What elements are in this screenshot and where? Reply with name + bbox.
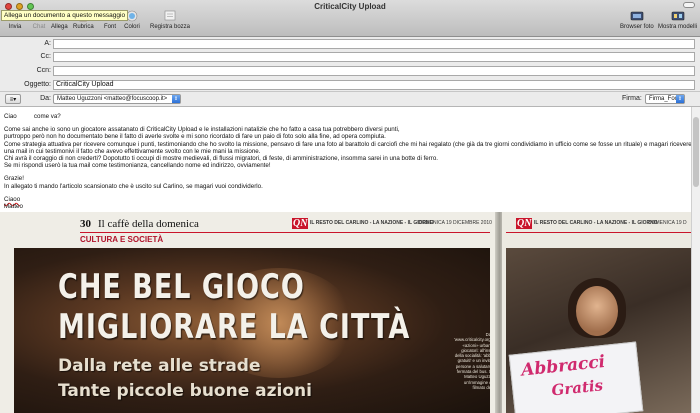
bcc-label: Ccn: (36, 67, 51, 74)
headline-line-1: CHE BEL GIOCO (58, 268, 305, 307)
qn-logo: QN (292, 218, 309, 229)
subheadline-line-2: Tante piccole buone azioni (58, 381, 312, 401)
colors-label: Colori (124, 24, 140, 30)
red-rule (80, 232, 490, 233)
section-title: Il caffè della domenica (98, 218, 199, 230)
attach-label: Allega (51, 24, 68, 30)
signature-line: Matteo (4, 203, 23, 211)
subject-field[interactable]: CriticalCity Upload (53, 80, 695, 90)
category-label: CULTURA E SOCIETÀ (80, 235, 164, 244)
select-arrows-icon: ⇕ (172, 95, 180, 103)
masthead-text: IL RESTO DEL CARLINO - LA NAZIONE - IL G… (534, 220, 658, 226)
subject-label: Oggetto: (24, 81, 51, 88)
message-line: una mail in cui testimonivi il fatto che… (4, 147, 261, 155)
page-number: 30 (80, 218, 91, 230)
header-options-button[interactable]: ≡▾ (5, 94, 21, 104)
subject-row: Oggetto: CriticalCity Upload (0, 80, 700, 91)
greeting-line: Ciao come va? (4, 113, 61, 120)
save-draft-button[interactable]: Registra bozza (150, 10, 190, 30)
photo-caption: Dal sito 'www.criticalcity.org' due «azi… (454, 332, 490, 390)
message-body[interactable]: Ciao come va? Come sai anche io sono un … (0, 107, 700, 413)
free-hugs-sign: Abbracci Gratis (508, 341, 644, 413)
attachment-line: In allegato ti mando l'articolo scansion… (4, 182, 263, 190)
newspaper-attachment-image[interactable]: 30 Il caffè della domenica QN IL RESTO D… (0, 212, 691, 413)
from-value: Matteo Uguzzoni <matteo@focuscoop.it> (57, 96, 168, 102)
address-book-label: Rubrica (73, 24, 94, 30)
masthead-text: IL RESTO DEL CARLINO - LA NAZIONE - IL G… (310, 220, 434, 226)
article-photo: CHE BEL GIOCO MIGLIORARE LA CITTÀ Dalla … (14, 248, 490, 413)
message-text[interactable]: Ciao come va? Come sai anche io sono un … (4, 113, 700, 211)
message-line: purtroppo però non ho documentato bene i… (4, 133, 386, 141)
thanks-line: Grazie! (4, 175, 24, 183)
to-row: A: (0, 39, 700, 50)
list-icon: ≡▾ (9, 96, 17, 103)
font-label: Font (103, 24, 116, 30)
send-label: Invia (8, 24, 22, 30)
closing-line: Ciaoo (4, 195, 21, 203)
stationery-icon (670, 10, 686, 22)
message-line: Come strategia attuativa per ricevere co… (4, 140, 700, 148)
bcc-row: Ccn: (0, 66, 700, 77)
photo-browser-button[interactable]: Browser foto (620, 10, 654, 30)
headline-line-2: MIGLIORARE LA CITTÀ (58, 308, 411, 347)
attach-tooltip: Allega un documento a questo messaggio (1, 10, 129, 21)
signature-label: Firma: (622, 95, 642, 102)
red-rule (506, 232, 691, 233)
save-draft-icon (162, 10, 178, 22)
toolbar-toggle-button[interactable] (683, 2, 695, 8)
message-line: Se mi rispondi userò la tua mail come te… (4, 162, 271, 170)
show-stationery-button[interactable]: Mostra modelli (658, 10, 697, 30)
person-face (576, 286, 618, 336)
show-stationery-label: Mostra modelli (658, 24, 698, 30)
issue-date: DOMENICA 19 D (648, 220, 687, 226)
mail-compose-window: CriticalCity Upload Invia Chat Allega Ru… (0, 0, 700, 413)
hug-photo: Abbracci Gratis (506, 248, 691, 413)
photo-browser-icon (629, 10, 645, 22)
newspaper-page-right: QN IL RESTO DEL CARLINO - LA NAZIONE - I… (502, 212, 691, 413)
to-field[interactable] (53, 39, 695, 49)
from-label: Da: (40, 95, 51, 102)
from-row: ≡▾ Da: Matteo Uguzzoni <matteo@focuscoop… (0, 94, 700, 105)
header-divider (0, 91, 700, 92)
from-select[interactable]: Matteo Uguzzoni <matteo@focuscoop.it> ⇕ (53, 94, 181, 104)
signature-select[interactable]: Firma_Focus ⇕ (645, 94, 685, 104)
save-draft-label: Registra bozza (150, 24, 191, 30)
cc-label: Cc: (40, 53, 52, 60)
cc-row: Cc: (0, 52, 700, 63)
photo-browser-label: Browser foto (620, 24, 654, 30)
subheadline-line-1: Dalla rete alle strade (58, 356, 261, 376)
scrollbar-thumb[interactable] (693, 117, 699, 187)
bcc-field[interactable] (53, 66, 695, 76)
message-headers: A: Cc: Ccn: Oggetto: CriticalCity Upload… (0, 37, 700, 107)
title-bar: CriticalCity Upload Invia Chat Allega Ru… (0, 0, 700, 37)
chat-label: Chat (32, 24, 46, 30)
to-label: A: (44, 40, 51, 47)
message-line: Chi avrà il coraggio di non crederti? Do… (4, 155, 439, 163)
cc-field[interactable] (53, 52, 695, 62)
vertical-scrollbar[interactable] (691, 107, 700, 413)
qn-logo: QN (516, 218, 533, 229)
newspaper-page-left: 30 Il caffè della domenica QN IL RESTO D… (0, 212, 497, 413)
sign-text-2: Gratis (550, 376, 604, 400)
message-line: Come sai anche io sono un giocatore assa… (4, 126, 400, 134)
issue-date: DOMENICA 19 DICEMBRE 2010 (418, 220, 492, 226)
select-arrows-icon: ⇕ (676, 95, 684, 103)
